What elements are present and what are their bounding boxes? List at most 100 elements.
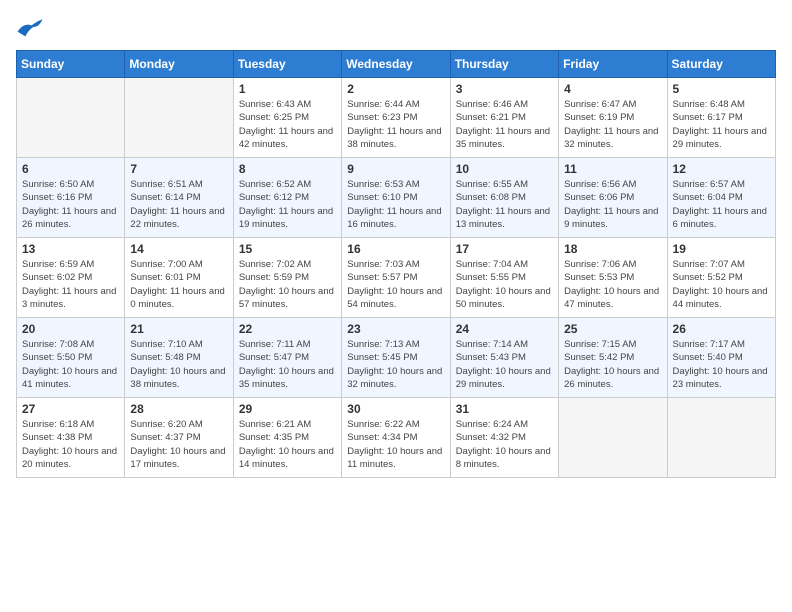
calendar-cell: 21 Sunrise: 7:10 AM Sunset: 5:48 PM Dayli… bbox=[125, 318, 233, 398]
calendar-cell: 8Sunrise: 6:52 AM Sunset: 6:12 PM Daylig… bbox=[233, 158, 341, 238]
day-info: Sunrise: 7:04 AM Sunset: 5:55 PM Dayligh… bbox=[456, 258, 553, 311]
calendar-cell: 22 Sunrise: 7:11 AM Sunset: 5:47 PM Dayli… bbox=[233, 318, 341, 398]
day-number: 17 bbox=[456, 242, 553, 256]
day-number: 12 bbox=[673, 162, 770, 176]
calendar-cell: 20 Sunrise: 7:08 AM Sunset: 5:50 PM Dayli… bbox=[17, 318, 125, 398]
day-info: Sunrise: 6:51 AM Sunset: 6:14 PM Dayligh… bbox=[130, 178, 227, 231]
day-number: 11 bbox=[564, 162, 661, 176]
day-number: 9 bbox=[347, 162, 444, 176]
calendar-cell: 4Sunrise: 6:47 AM Sunset: 6:19 PM Daylig… bbox=[559, 78, 667, 158]
day-number: 15 bbox=[239, 242, 336, 256]
day-number: 27 bbox=[22, 402, 119, 416]
day-info: Sunrise: 7:15 AM Sunset: 5:42 PM Dayligh… bbox=[564, 338, 661, 391]
day-number: 6 bbox=[22, 162, 119, 176]
col-header-sunday: Sunday bbox=[17, 51, 125, 78]
day-number: 26 bbox=[673, 322, 770, 336]
day-info: Sunrise: 6:43 AM Sunset: 6:25 PM Dayligh… bbox=[239, 98, 336, 151]
day-number: 25 bbox=[564, 322, 661, 336]
calendar-cell bbox=[125, 78, 233, 158]
day-info: Sunrise: 6:24 AM Sunset: 4:32 PM Dayligh… bbox=[456, 418, 553, 471]
day-number: 7 bbox=[130, 162, 227, 176]
calendar-cell: 9 Sunrise: 6:53 AM Sunset: 6:10 PM Daylig… bbox=[342, 158, 450, 238]
day-number: 3 bbox=[456, 82, 553, 96]
calendar-cell: 15 Sunrise: 7:02 AM Sunset: 5:59 PM Dayli… bbox=[233, 238, 341, 318]
calendar-cell: 12 Sunrise: 6:57 AM Sunset: 6:04 PM Dayli… bbox=[667, 158, 775, 238]
day-number: 21 bbox=[130, 322, 227, 336]
calendar-cell: 10 Sunrise: 6:55 AM Sunset: 6:08 PM Dayli… bbox=[450, 158, 558, 238]
calendar-cell: 26 Sunrise: 7:17 AM Sunset: 5:40 PM Dayli… bbox=[667, 318, 775, 398]
day-info: Sunrise: 6:53 AM Sunset: 6:10 PM Dayligh… bbox=[347, 178, 444, 231]
day-number: 2 bbox=[347, 82, 444, 96]
calendar-cell: 5Sunrise: 6:48 AM Sunset: 6:17 PM Daylig… bbox=[667, 78, 775, 158]
day-info: Sunrise: 7:00 AM Sunset: 6:01 PM Dayligh… bbox=[130, 258, 227, 311]
calendar-cell: 3 Sunrise: 6:46 AM Sunset: 6:21 PM Daylig… bbox=[450, 78, 558, 158]
calendar-cell: 31 Sunrise: 6:24 AM Sunset: 4:32 PM Dayli… bbox=[450, 398, 558, 478]
calendar-cell bbox=[17, 78, 125, 158]
calendar-cell: 23Sunrise: 7:13 AM Sunset: 5:45 PM Dayli… bbox=[342, 318, 450, 398]
day-info: Sunrise: 7:02 AM Sunset: 5:59 PM Dayligh… bbox=[239, 258, 336, 311]
calendar-table: SundayMondayTuesdayWednesdayThursdayFrid… bbox=[16, 50, 776, 478]
day-number: 20 bbox=[22, 322, 119, 336]
week-row-5: 27 Sunrise: 6:18 AM Sunset: 4:38 PM Dayli… bbox=[17, 398, 776, 478]
day-number: 18 bbox=[564, 242, 661, 256]
day-number: 22 bbox=[239, 322, 336, 336]
calendar-cell: 30 Sunrise: 6:22 AM Sunset: 4:34 PM Dayli… bbox=[342, 398, 450, 478]
day-info: Sunrise: 6:22 AM Sunset: 4:34 PM Dayligh… bbox=[347, 418, 444, 471]
calendar-cell: 18 Sunrise: 7:06 AM Sunset: 5:53 PM Dayli… bbox=[559, 238, 667, 318]
col-header-friday: Friday bbox=[559, 51, 667, 78]
calendar-cell bbox=[667, 398, 775, 478]
day-info: Sunrise: 6:46 AM Sunset: 6:21 PM Dayligh… bbox=[456, 98, 553, 151]
calendar-cell: 16Sunrise: 7:03 AM Sunset: 5:57 PM Dayli… bbox=[342, 238, 450, 318]
day-number: 1 bbox=[239, 82, 336, 96]
day-number: 8 bbox=[239, 162, 336, 176]
page-header bbox=[16, 16, 776, 38]
day-info: Sunrise: 7:17 AM Sunset: 5:40 PM Dayligh… bbox=[673, 338, 770, 391]
day-number: 24 bbox=[456, 322, 553, 336]
day-info: Sunrise: 6:20 AM Sunset: 4:37 PM Dayligh… bbox=[130, 418, 227, 471]
calendar-cell: 1 Sunrise: 6:43 AM Sunset: 6:25 PM Daylig… bbox=[233, 78, 341, 158]
calendar-cell: 28Sunrise: 6:20 AM Sunset: 4:37 PM Dayli… bbox=[125, 398, 233, 478]
calendar-cell: 17 Sunrise: 7:04 AM Sunset: 5:55 PM Dayli… bbox=[450, 238, 558, 318]
calendar-cell: 25 Sunrise: 7:15 AM Sunset: 5:42 PM Dayli… bbox=[559, 318, 667, 398]
day-info: Sunrise: 7:11 AM Sunset: 5:47 PM Dayligh… bbox=[239, 338, 336, 391]
day-info: Sunrise: 7:14 AM Sunset: 5:43 PM Dayligh… bbox=[456, 338, 553, 391]
calendar-cell: 2Sunrise: 6:44 AM Sunset: 6:23 PM Daylig… bbox=[342, 78, 450, 158]
day-info: Sunrise: 6:59 AM Sunset: 6:02 PM Dayligh… bbox=[22, 258, 119, 311]
week-row-4: 20 Sunrise: 7:08 AM Sunset: 5:50 PM Dayli… bbox=[17, 318, 776, 398]
day-info: Sunrise: 7:10 AM Sunset: 5:48 PM Dayligh… bbox=[130, 338, 227, 391]
calendar-cell: 14 Sunrise: 7:00 AM Sunset: 6:01 PM Dayli… bbox=[125, 238, 233, 318]
day-number: 29 bbox=[239, 402, 336, 416]
logo bbox=[16, 16, 48, 38]
day-info: Sunrise: 7:08 AM Sunset: 5:50 PM Dayligh… bbox=[22, 338, 119, 391]
calendar-cell: 27 Sunrise: 6:18 AM Sunset: 4:38 PM Dayli… bbox=[17, 398, 125, 478]
day-info: Sunrise: 6:47 AM Sunset: 6:19 PM Dayligh… bbox=[564, 98, 661, 151]
week-row-2: 6 Sunrise: 6:50 AM Sunset: 6:16 PM Daylig… bbox=[17, 158, 776, 238]
day-info: Sunrise: 7:03 AM Sunset: 5:57 PM Dayligh… bbox=[347, 258, 444, 311]
calendar-cell: 24 Sunrise: 7:14 AM Sunset: 5:43 PM Dayli… bbox=[450, 318, 558, 398]
day-info: Sunrise: 6:56 AM Sunset: 6:06 PM Dayligh… bbox=[564, 178, 661, 231]
day-info: Sunrise: 6:50 AM Sunset: 6:16 PM Dayligh… bbox=[22, 178, 119, 231]
day-info: Sunrise: 7:07 AM Sunset: 5:52 PM Dayligh… bbox=[673, 258, 770, 311]
day-info: Sunrise: 6:21 AM Sunset: 4:35 PM Dayligh… bbox=[239, 418, 336, 471]
calendar-cell: 6 Sunrise: 6:50 AM Sunset: 6:16 PM Daylig… bbox=[17, 158, 125, 238]
col-header-tuesday: Tuesday bbox=[233, 51, 341, 78]
day-number: 31 bbox=[456, 402, 553, 416]
calendar-cell: 7 Sunrise: 6:51 AM Sunset: 6:14 PM Daylig… bbox=[125, 158, 233, 238]
day-info: Sunrise: 7:06 AM Sunset: 5:53 PM Dayligh… bbox=[564, 258, 661, 311]
day-number: 30 bbox=[347, 402, 444, 416]
day-number: 13 bbox=[22, 242, 119, 256]
day-info: Sunrise: 6:18 AM Sunset: 4:38 PM Dayligh… bbox=[22, 418, 119, 471]
col-header-thursday: Thursday bbox=[450, 51, 558, 78]
day-number: 14 bbox=[130, 242, 227, 256]
calendar-cell: 29 Sunrise: 6:21 AM Sunset: 4:35 PM Dayli… bbox=[233, 398, 341, 478]
calendar-cell bbox=[559, 398, 667, 478]
day-info: Sunrise: 6:55 AM Sunset: 6:08 PM Dayligh… bbox=[456, 178, 553, 231]
day-number: 5 bbox=[673, 82, 770, 96]
col-header-monday: Monday bbox=[125, 51, 233, 78]
day-number: 10 bbox=[456, 162, 553, 176]
logo-bird-icon bbox=[16, 16, 44, 38]
col-header-wednesday: Wednesday bbox=[342, 51, 450, 78]
day-info: Sunrise: 6:57 AM Sunset: 6:04 PM Dayligh… bbox=[673, 178, 770, 231]
week-row-3: 13 Sunrise: 6:59 AM Sunset: 6:02 PM Dayli… bbox=[17, 238, 776, 318]
col-header-saturday: Saturday bbox=[667, 51, 775, 78]
